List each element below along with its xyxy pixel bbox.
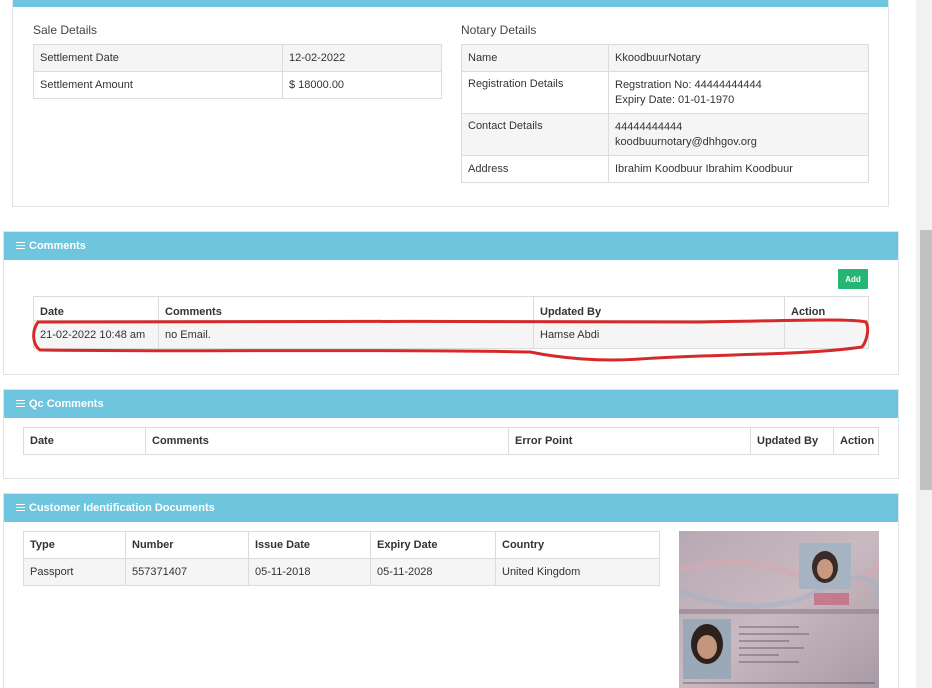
notary-phone: 44444444444: [615, 121, 683, 133]
table-row: Registration Details Regstration No: 444…: [461, 71, 869, 114]
qc-comments-title: Qc Comments: [29, 398, 104, 410]
qc-col-header-date: Date: [23, 427, 146, 455]
qc-col-header-updated-by: Updated By: [750, 427, 834, 455]
passport-image[interactable]: [679, 531, 879, 688]
list-icon: [16, 242, 25, 250]
doc-expiry-date: 05-11-2028: [370, 558, 496, 586]
table-row: Settlement Amount $ 18000.00: [33, 71, 442, 99]
sale-details-title: Sale Details: [33, 23, 98, 37]
doc-col-header-issue-date: Issue Date: [248, 531, 371, 559]
comments-table: Date Comments Updated By Action 21-02-20…: [33, 296, 869, 349]
doc-col-header-country: Country: [495, 531, 660, 559]
notary-name-label: Name: [461, 44, 609, 72]
id-documents-panel-header: Customer Identification Documents: [4, 494, 898, 522]
comment-date: 21-02-2022 10:48 am: [33, 320, 159, 349]
comment-text: no Email.: [158, 320, 534, 349]
settlement-date-value: 12-02-2022: [282, 44, 442, 72]
list-icon: [16, 400, 25, 408]
notary-address-label: Address: [461, 155, 609, 183]
notary-contact-label: Contact Details: [461, 113, 609, 156]
doc-col-header-expiry-date: Expiry Date: [370, 531, 496, 559]
table-row: 21-02-2022 10:48 am no Email. Hamse Abdi: [33, 320, 869, 349]
comments-panel-header: Comments: [4, 232, 898, 260]
doc-issue-date: 05-11-2018: [248, 558, 371, 586]
doc-col-header-type: Type: [23, 531, 126, 559]
sale-details-table: Settlement Date 12-02-2022 Settlement Am…: [33, 44, 442, 99]
qc-col-header-comments: Comments: [145, 427, 509, 455]
table-row: Passport 557371407 05-11-2018 05-11-2028…: [23, 558, 660, 586]
qc-col-header-action: Action: [833, 427, 879, 455]
notary-details-title: Notary Details: [461, 23, 537, 37]
table-header-row: Type Number Issue Date Expiry Date Count…: [23, 531, 660, 559]
col-header-comments: Comments: [158, 296, 534, 321]
qc-comments-table: Date Comments Error Point Updated By Act…: [23, 427, 879, 455]
notary-registration-expiry: Expiry Date: 01-01-1970: [615, 94, 735, 106]
doc-country: United Kingdom: [495, 558, 660, 586]
list-icon: [16, 504, 25, 512]
table-header-row: Date Comments Error Point Updated By Act…: [23, 427, 879, 455]
qc-comments-panel-header: Qc Comments: [4, 390, 898, 418]
id-documents-table: Type Number Issue Date Expiry Date Count…: [23, 531, 660, 586]
table-header-row: Date Comments Updated By Action: [33, 296, 869, 321]
table-row: Address Ibrahim Koodbuur Ibrahim Koodbuu…: [461, 155, 869, 183]
settlement-amount-value: $ 18000.00: [282, 71, 442, 99]
table-row: Name KkoodbuurNotary: [461, 44, 869, 72]
qc-col-header-error-point: Error Point: [508, 427, 751, 455]
comment-action[interactable]: [784, 320, 869, 349]
doc-col-header-number: Number: [125, 531, 249, 559]
notary-registration-number: Regstration No: 44444444444: [615, 79, 762, 91]
add-comment-button[interactable]: Add: [838, 269, 868, 289]
table-row: Contact Details 44444444444 koodbuurnota…: [461, 113, 869, 156]
details-panel-topbar: [13, 0, 888, 7]
settlement-amount-label: Settlement Amount: [33, 71, 283, 99]
scrollbar-thumb[interactable]: [920, 230, 932, 490]
col-header-action: Action: [784, 296, 869, 321]
comment-updated-by: Hamse Abdi: [533, 320, 785, 349]
notary-name-value: KkoodbuurNotary: [608, 44, 869, 72]
notary-registration-label: Registration Details: [461, 71, 609, 114]
col-header-date: Date: [33, 296, 159, 321]
comments-title: Comments: [29, 240, 86, 252]
col-header-updated-by: Updated By: [533, 296, 785, 321]
table-row: Settlement Date 12-02-2022: [33, 44, 442, 72]
id-documents-title: Customer Identification Documents: [29, 502, 215, 514]
doc-number: 557371407: [125, 558, 249, 586]
settlement-date-label: Settlement Date: [33, 44, 283, 72]
notary-details-table: Name KkoodbuurNotary Registration Detail…: [461, 44, 869, 183]
doc-type: Passport: [23, 558, 126, 586]
notary-email: koodbuurnotary@dhhgov.org: [615, 136, 757, 148]
notary-address-value: Ibrahim Koodbuur Ibrahim Koodbuur: [608, 155, 869, 183]
